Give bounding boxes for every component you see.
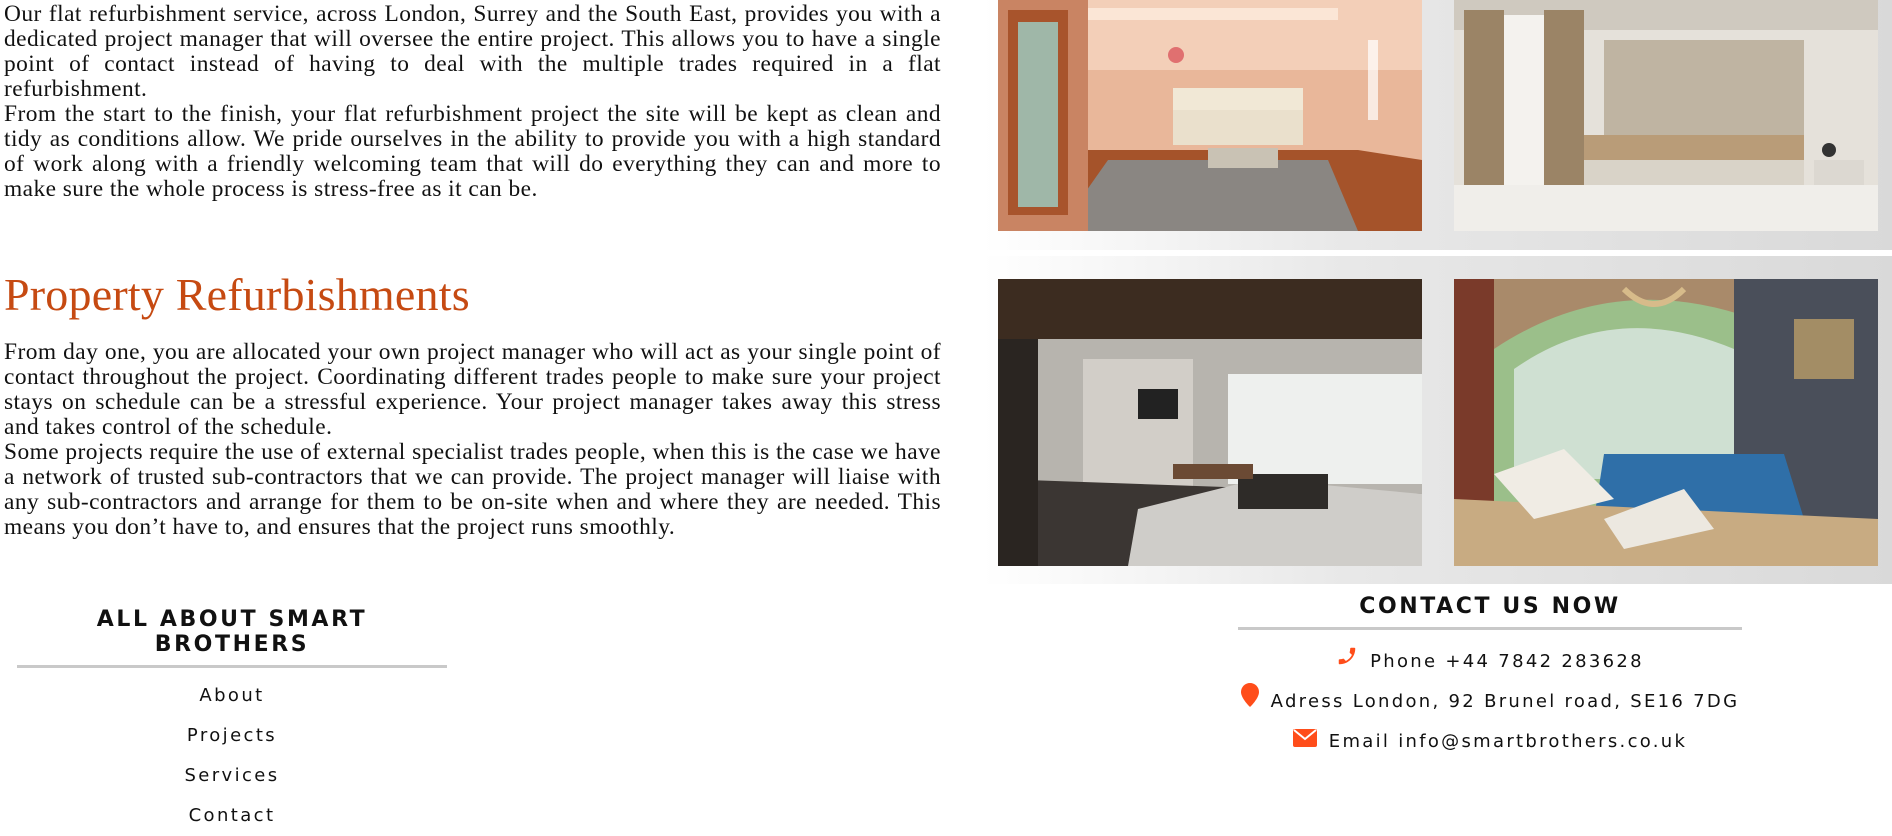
section-title: Property Refurbishments xyxy=(4,269,470,320)
contact-heading: CONTACT US NOW xyxy=(1238,594,1742,630)
footer-nav: About Projects Services Contact xyxy=(17,676,447,836)
bedroom-photo[interactable] xyxy=(1454,0,1878,231)
contact-email[interactable]: Email info@smartbrothers.co.uk xyxy=(1238,722,1742,762)
indoor-pool-photo[interactable] xyxy=(1454,279,1878,566)
footer-about: ALL ABOUT SMART BROTHERS About Projects … xyxy=(17,607,447,836)
living-room-photo[interactable] xyxy=(998,0,1422,231)
envelope-icon xyxy=(1292,722,1317,762)
map-pin-icon xyxy=(1240,682,1259,722)
contact-address: Adress London, 92 Brunel road, SE16 7DG xyxy=(1238,682,1742,722)
open-plan-lounge-photo[interactable] xyxy=(998,279,1422,566)
contact-phone-text: Phone +44 7842 283628 xyxy=(1370,651,1644,672)
contact-phone[interactable]: Phone +44 7842 283628 xyxy=(1238,642,1742,682)
intro-paragraph: Our flat refurbishment service, across L… xyxy=(4,1,941,102)
property-text: From day one, you are allocated your own… xyxy=(4,340,941,540)
property-paragraph: Some projects require the use of externa… xyxy=(4,439,941,540)
footer-link-projects[interactable]: Projects xyxy=(17,716,447,756)
footer-contact: CONTACT US NOW Phone +44 7842 283628 Adr… xyxy=(1238,594,1742,762)
contact-address-text: Adress London, 92 Brunel road, SE16 7DG xyxy=(1270,691,1740,712)
phone-icon xyxy=(1336,642,1358,682)
gallery-row xyxy=(982,256,1892,584)
intro-text: Our flat refurbishment service, across L… xyxy=(4,2,941,202)
footer-link-contact[interactable]: Contact xyxy=(17,796,447,836)
contact-email-text: Email info@smartbrothers.co.uk xyxy=(1328,731,1688,752)
footer-about-heading: ALL ABOUT SMART BROTHERS xyxy=(17,607,447,668)
intro-paragraph: From the start to the finish, your flat … xyxy=(4,101,941,202)
footer-link-about[interactable]: About xyxy=(17,676,447,716)
footer-link-services[interactable]: Services xyxy=(17,756,447,796)
property-paragraph: From day one, you are allocated your own… xyxy=(4,339,941,440)
gallery-row xyxy=(982,0,1892,250)
